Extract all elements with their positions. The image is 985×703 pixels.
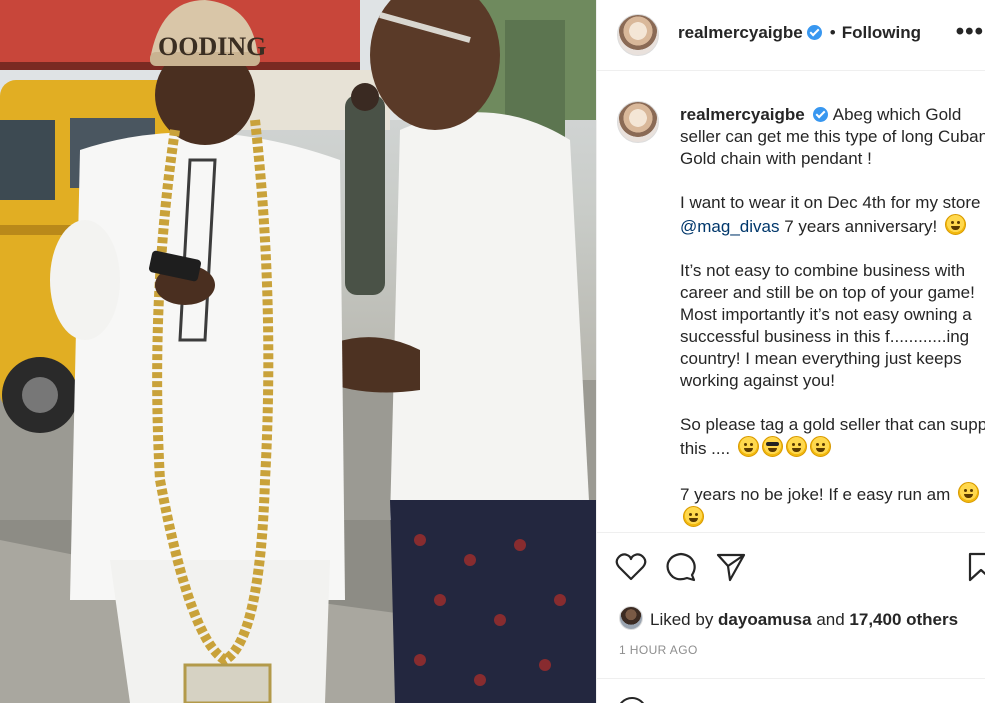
cap-text: OODING bbox=[158, 32, 266, 61]
caption-paragraph: So please tag a gold seller that can sup… bbox=[680, 414, 985, 460]
separator-dot: • bbox=[829, 23, 836, 42]
emoji-picker-icon[interactable] bbox=[617, 697, 647, 703]
post-side-panel: realmercyaigbe • Following ••• realmercyai… bbox=[596, 0, 985, 703]
header-user-row: realmercyaigbe • Following bbox=[678, 23, 921, 43]
post-photo[interactable]: OODING bbox=[0, 0, 596, 703]
caption-paragraph: It’s not easy to combine business with c… bbox=[680, 260, 985, 392]
following-button[interactable]: Following bbox=[842, 23, 921, 42]
grimace-emoji-icon bbox=[737, 436, 759, 457]
caption-paragraph: I want to wear it on Dec 4th for my stor… bbox=[680, 192, 985, 238]
sunglasses-emoji-icon bbox=[761, 436, 783, 457]
caption-text: realmercyaigbe Abeg which Gold seller can… bbox=[680, 104, 985, 531]
post-actions: Liked by dayoamusa and 17,400 others 1 H… bbox=[597, 532, 985, 703]
likes-summary: Liked by dayoamusa and 17,400 others bbox=[619, 606, 958, 630]
add-comment-row bbox=[597, 678, 985, 703]
likes-middle: and bbox=[811, 610, 850, 629]
mention-link[interactable]: @mag_divas bbox=[680, 217, 779, 236]
liker-username-link[interactable]: dayoamusa bbox=[718, 610, 812, 629]
liker-avatar[interactable] bbox=[619, 606, 643, 630]
photo-scene: OODING bbox=[0, 0, 596, 703]
paper-plane-icon[interactable] bbox=[715, 551, 747, 583]
caption-section: realmercyaigbe Abeg which Gold seller can… bbox=[597, 71, 985, 531]
grin-emoji-icon bbox=[683, 506, 704, 527]
post-timestamp[interactable]: 1 HOUR AGO bbox=[619, 643, 698, 657]
more-options-button[interactable]: ••• bbox=[956, 20, 984, 44]
verified-badge-icon bbox=[806, 25, 822, 40]
likes-count-link[interactable]: 17,400 others bbox=[849, 610, 958, 629]
heart-icon[interactable] bbox=[615, 551, 647, 583]
caption-paragraph: realmercyaigbe Abeg which Gold seller can… bbox=[680, 104, 985, 170]
likes-prefix: Liked by bbox=[650, 610, 719, 629]
sweat-smile-emoji-icon bbox=[809, 436, 831, 457]
rofl-emoji-icon bbox=[944, 214, 966, 235]
caption-line: So please tag a gold seller that can sup… bbox=[680, 415, 985, 458]
bookmark-icon[interactable] bbox=[965, 551, 985, 583]
verified-badge-icon bbox=[812, 107, 828, 122]
post-header: realmercyaigbe • Following ••• bbox=[597, 0, 985, 71]
caption-line: 7 years no be joke! If e easy run am bbox=[680, 485, 955, 504]
username-link[interactable]: realmercyaigbe bbox=[678, 23, 803, 42]
caption-paragraph: 7 years no be joke! If e easy run am bbox=[680, 482, 985, 530]
caption-avatar[interactable] bbox=[617, 101, 659, 143]
caption-line: It’s not easy to combine business with c… bbox=[680, 261, 975, 390]
avatar[interactable] bbox=[617, 14, 659, 56]
comment-icon[interactable] bbox=[665, 551, 697, 583]
zany-emoji-icon bbox=[957, 482, 979, 503]
caption-username-link[interactable]: realmercyaigbe bbox=[680, 105, 805, 124]
caption-line: 7 years anniversary! bbox=[779, 217, 942, 236]
rofl-emoji-icon bbox=[785, 436, 807, 457]
caption-line: I want to wear it on Dec 4th for my stor… bbox=[680, 193, 981, 212]
